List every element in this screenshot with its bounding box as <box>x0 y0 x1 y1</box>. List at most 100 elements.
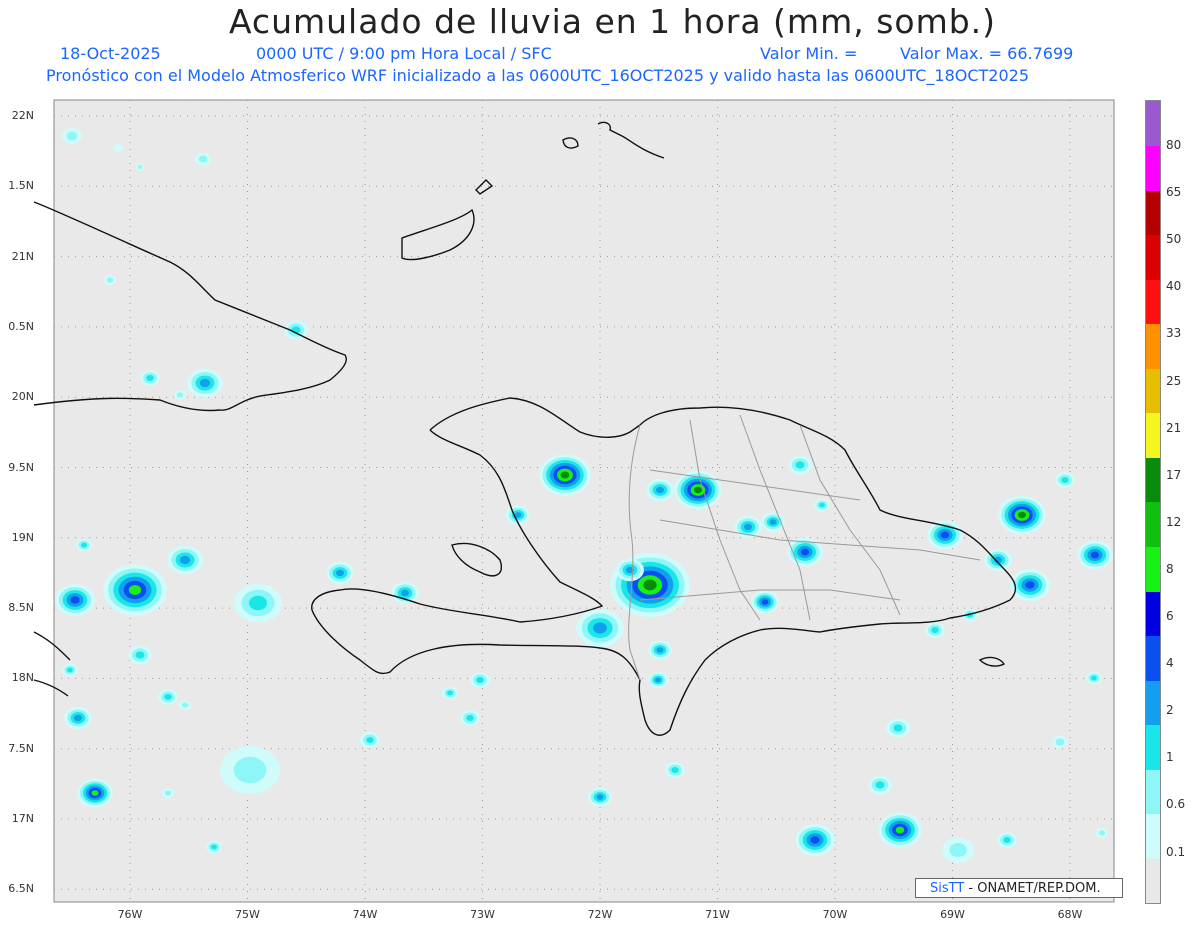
lat-tick-label: 0.5N <box>8 319 34 333</box>
color-scale-bar <box>1145 100 1161 904</box>
rain-cell <box>795 461 805 469</box>
lon-tick-label: 73W <box>470 908 495 921</box>
lat-tick-label: 19N <box>11 530 34 544</box>
map-frame <box>53 99 1115 903</box>
rain-cell <box>643 579 657 591</box>
rain-cell <box>949 843 967 857</box>
color-scale-label: 8 <box>1166 561 1174 576</box>
rain-cell <box>70 596 80 604</box>
lon-tick-label: 69W <box>940 908 965 921</box>
color-scale-segment <box>1146 680 1160 726</box>
rain-cell <box>1003 837 1011 843</box>
rain-cell <box>164 790 172 796</box>
lon-tick-label: 71W <box>705 908 730 921</box>
lat-tick-label: 22N <box>11 109 34 122</box>
rain-cell <box>401 589 409 597</box>
color-scale-label: 21 <box>1166 420 1182 435</box>
rain-cell <box>940 531 950 539</box>
lat-tick-label: 6.5N <box>8 882 34 896</box>
rain-cell <box>769 519 777 525</box>
color-scale-label: 40 <box>1166 279 1182 294</box>
color-scale-segment <box>1146 457 1160 503</box>
color-scale-segment <box>1146 412 1160 458</box>
lat-tick-label: 20N <box>11 390 34 404</box>
rain-cell <box>181 702 189 708</box>
color-scale-label: 0.6 <box>1166 797 1186 812</box>
color-scale-label: 17 <box>1166 467 1182 482</box>
rain-cell <box>800 548 810 556</box>
rain-cell <box>744 523 752 531</box>
rain-cell <box>447 690 453 696</box>
lon-tick-label: 68W <box>1057 908 1083 921</box>
color-scale-label: 25 <box>1166 373 1182 388</box>
rain-cell <box>1091 675 1097 681</box>
rain-cell <box>1055 738 1065 746</box>
color-scale-label: 12 <box>1166 514 1182 529</box>
rain-cell <box>137 165 143 169</box>
rain-cell <box>655 677 661 683</box>
color-scale-segment <box>1146 769 1160 815</box>
rain-cell <box>1025 581 1035 589</box>
color-scale-segment <box>1146 145 1160 191</box>
rain-cell <box>176 392 184 398</box>
lon-tick-label: 75W <box>235 908 260 921</box>
color-scale-label: 33 <box>1166 326 1182 341</box>
rain-cell <box>106 277 114 283</box>
color-scale-label: 1 <box>1166 750 1174 765</box>
rain-cell <box>656 486 664 494</box>
rain-cell <box>1061 477 1069 483</box>
rain-cell <box>694 486 702 494</box>
credit-brand: SisTT <box>930 881 965 896</box>
rain-cell <box>146 375 154 381</box>
rain-cell <box>671 767 679 773</box>
rain-cell <box>366 737 374 743</box>
rain-cell <box>596 794 604 800</box>
color-scale-label: 65 <box>1166 185 1182 200</box>
credit-text: - ONAMET/REP.DOM. <box>964 881 1101 896</box>
rain-cell <box>81 542 87 548</box>
lon-tick-label: 72W <box>587 908 613 921</box>
rain-cell <box>819 502 825 508</box>
lon-tick-label: 76W <box>117 908 143 921</box>
rain-cell <box>560 471 570 479</box>
color-scale-label: 0.1 <box>1166 844 1186 859</box>
rain-cell <box>875 781 885 789</box>
rain-cell <box>233 756 267 784</box>
color-scale-segment <box>1146 368 1160 414</box>
rain-cell <box>91 790 99 796</box>
rain-cell <box>198 155 208 163</box>
rain-cell <box>199 378 211 388</box>
color-scale-segment <box>1146 724 1160 770</box>
color-scale-label: 2 <box>1166 703 1174 718</box>
color-scale-segment <box>1146 234 1160 280</box>
rain-cell <box>179 555 191 565</box>
lat-tick-label: 18N <box>11 671 34 685</box>
color-scale-label: 6 <box>1166 609 1174 623</box>
rain-cell <box>249 595 267 611</box>
rain-cell <box>466 715 474 721</box>
credit-box: SisTT - ONAMET/REP.DOM. <box>915 878 1123 898</box>
lat-tick-label: 9.5N <box>8 460 34 474</box>
rain-cell <box>113 144 123 152</box>
lat-tick-label: 17N <box>11 812 34 825</box>
lon-tick-label: 70W <box>822 908 848 921</box>
rain-cell <box>593 622 607 634</box>
rain-cell <box>135 651 145 659</box>
rain-cell <box>336 569 344 577</box>
rain-cell <box>66 131 78 141</box>
color-scale-segment <box>1146 635 1160 681</box>
rain-cell <box>211 844 217 850</box>
rain-cell <box>128 585 142 595</box>
rain-cell <box>1098 830 1106 836</box>
color-scale-label: 50 <box>1166 232 1182 247</box>
rain-cell <box>1090 551 1100 559</box>
rain-cell <box>931 627 939 633</box>
color-scale-segment <box>1146 279 1160 325</box>
lon-tick-label: 74W <box>352 908 378 921</box>
rain-cell <box>656 647 664 653</box>
color-scale-label: 80 <box>1166 138 1182 152</box>
rain-cell <box>67 667 73 673</box>
rain-cell <box>893 724 903 732</box>
rain-cell <box>476 677 484 683</box>
rainfall-map <box>33 99 1115 903</box>
